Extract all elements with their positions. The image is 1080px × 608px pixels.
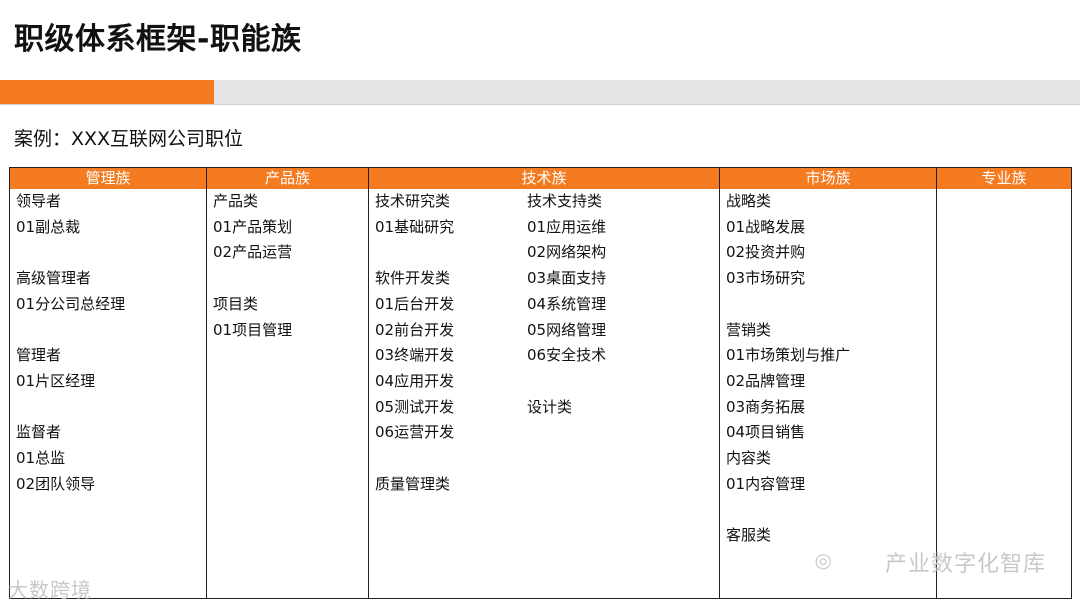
- table-cell: 01内容管理: [726, 474, 806, 493]
- page-title: 职级体系框架-职能族: [14, 22, 302, 57]
- table-cell: 01应用运维: [527, 217, 607, 236]
- table-cell: 02品牌管理: [726, 371, 806, 390]
- table-cell: 项目类: [213, 294, 259, 313]
- column-tech-1: 技术研究类 01基础研究 软件开发类 01后台开发 02前台开发 03终端开发 04应用开发…: [368, 189, 521, 598]
- table-cell: 内容类: [726, 449, 772, 467]
- table-cell: 05网络管理: [527, 320, 607, 339]
- table-cell: 软件开发类: [375, 269, 451, 288]
- table-cell: 技术研究类: [375, 192, 451, 210]
- table-cell: 01总监: [16, 449, 66, 467]
- table-cell: 营销类: [726, 320, 772, 339]
- column-management: 领导者 01副总裁高级管理者 01分公司总经理 管理者 01片区经理 监督者 01总监 02团…: [10, 189, 206, 598]
- case-subtitle: 案例：XXX互联网公司职位: [14, 128, 244, 150]
- table-cell: 01后台开发: [375, 294, 455, 313]
- table-cell: 02前台开发: [375, 320, 455, 339]
- table-cell: 领导者: [16, 192, 62, 210]
- table-cell: 高级管理者: [16, 269, 92, 288]
- table-cell: 01战略发展: [726, 217, 806, 236]
- table-cell: 02投资并购: [726, 243, 806, 262]
- header-product: 产品族: [206, 168, 368, 189]
- table-cell: 03商务拓展: [726, 397, 806, 416]
- table-cell: 01产品策划: [213, 217, 293, 236]
- watermark-right: 产业数字化智库: [884, 552, 1046, 577]
- table-cell: 质量管理类: [375, 474, 451, 493]
- table-cell: 03市场研究: [726, 269, 806, 288]
- header-professional: 专业族: [936, 168, 1071, 189]
- watermark-left: 大数跨境: [8, 578, 92, 602]
- progress-bar-fill: [0, 80, 214, 104]
- column-product: 产品类 01产品策划 02产品运营 项目类 01项目管理: [206, 189, 368, 598]
- column-market: 战略类 01战略发展 02投资并购 03市场研究 营销类 01市场策划与推广 02品牌管理 0…: [719, 189, 936, 598]
- table-cell: 06运营开发: [375, 423, 455, 442]
- table-cell: 01分公司总经理: [16, 294, 126, 313]
- job-family-table: 管理族 产品族 技术族 市场族 专业族 领导者 01副总裁高级管理者 01分公司总经…: [9, 167, 1072, 599]
- table-cell: 03终端开发: [375, 346, 455, 365]
- table-cell: 05测试开发: [375, 397, 455, 416]
- column-professional: [936, 189, 1071, 598]
- wechat-icon: ◎: [814, 548, 832, 572]
- table-cell: 设计类: [527, 397, 573, 416]
- table-cell: 01市场策划与推广: [726, 346, 851, 365]
- table-cell: 产品类: [213, 192, 259, 210]
- table-cell: 02产品运营: [213, 243, 293, 262]
- table-cell: 02网络架构: [527, 243, 607, 262]
- table-cell: 04项目销售: [726, 423, 806, 442]
- table-cell: 战略类: [726, 192, 772, 210]
- table-cell: 04应用开发: [375, 371, 455, 390]
- table-cell: 01项目管理: [213, 320, 293, 339]
- header-management: 管理族: [10, 168, 206, 189]
- table-cell: 06安全技术: [527, 346, 607, 365]
- table-cell: 01基础研究: [375, 217, 455, 236]
- table-cell: 03桌面支持: [527, 269, 607, 288]
- table-cell: 02团队领导: [16, 474, 96, 493]
- table-cell: 监督者: [16, 423, 62, 442]
- column-tech-2: 技术支持类 01应用运维 02网络架构 03桌面支持 04系统管理 05网络管理 06安全技…: [521, 189, 719, 598]
- progress-bar: [0, 80, 1080, 105]
- header-tech: 技术族: [368, 168, 719, 189]
- table-cell: 技术支持类: [527, 192, 603, 210]
- table-cell: 04系统管理: [527, 294, 607, 313]
- header-market: 市场族: [719, 168, 936, 189]
- table-cell: 管理者: [16, 346, 62, 365]
- table-cell: 客服类: [726, 526, 772, 545]
- table-cell: 01片区经理: [16, 371, 96, 390]
- table-cell: 01副总裁: [16, 217, 81, 236]
